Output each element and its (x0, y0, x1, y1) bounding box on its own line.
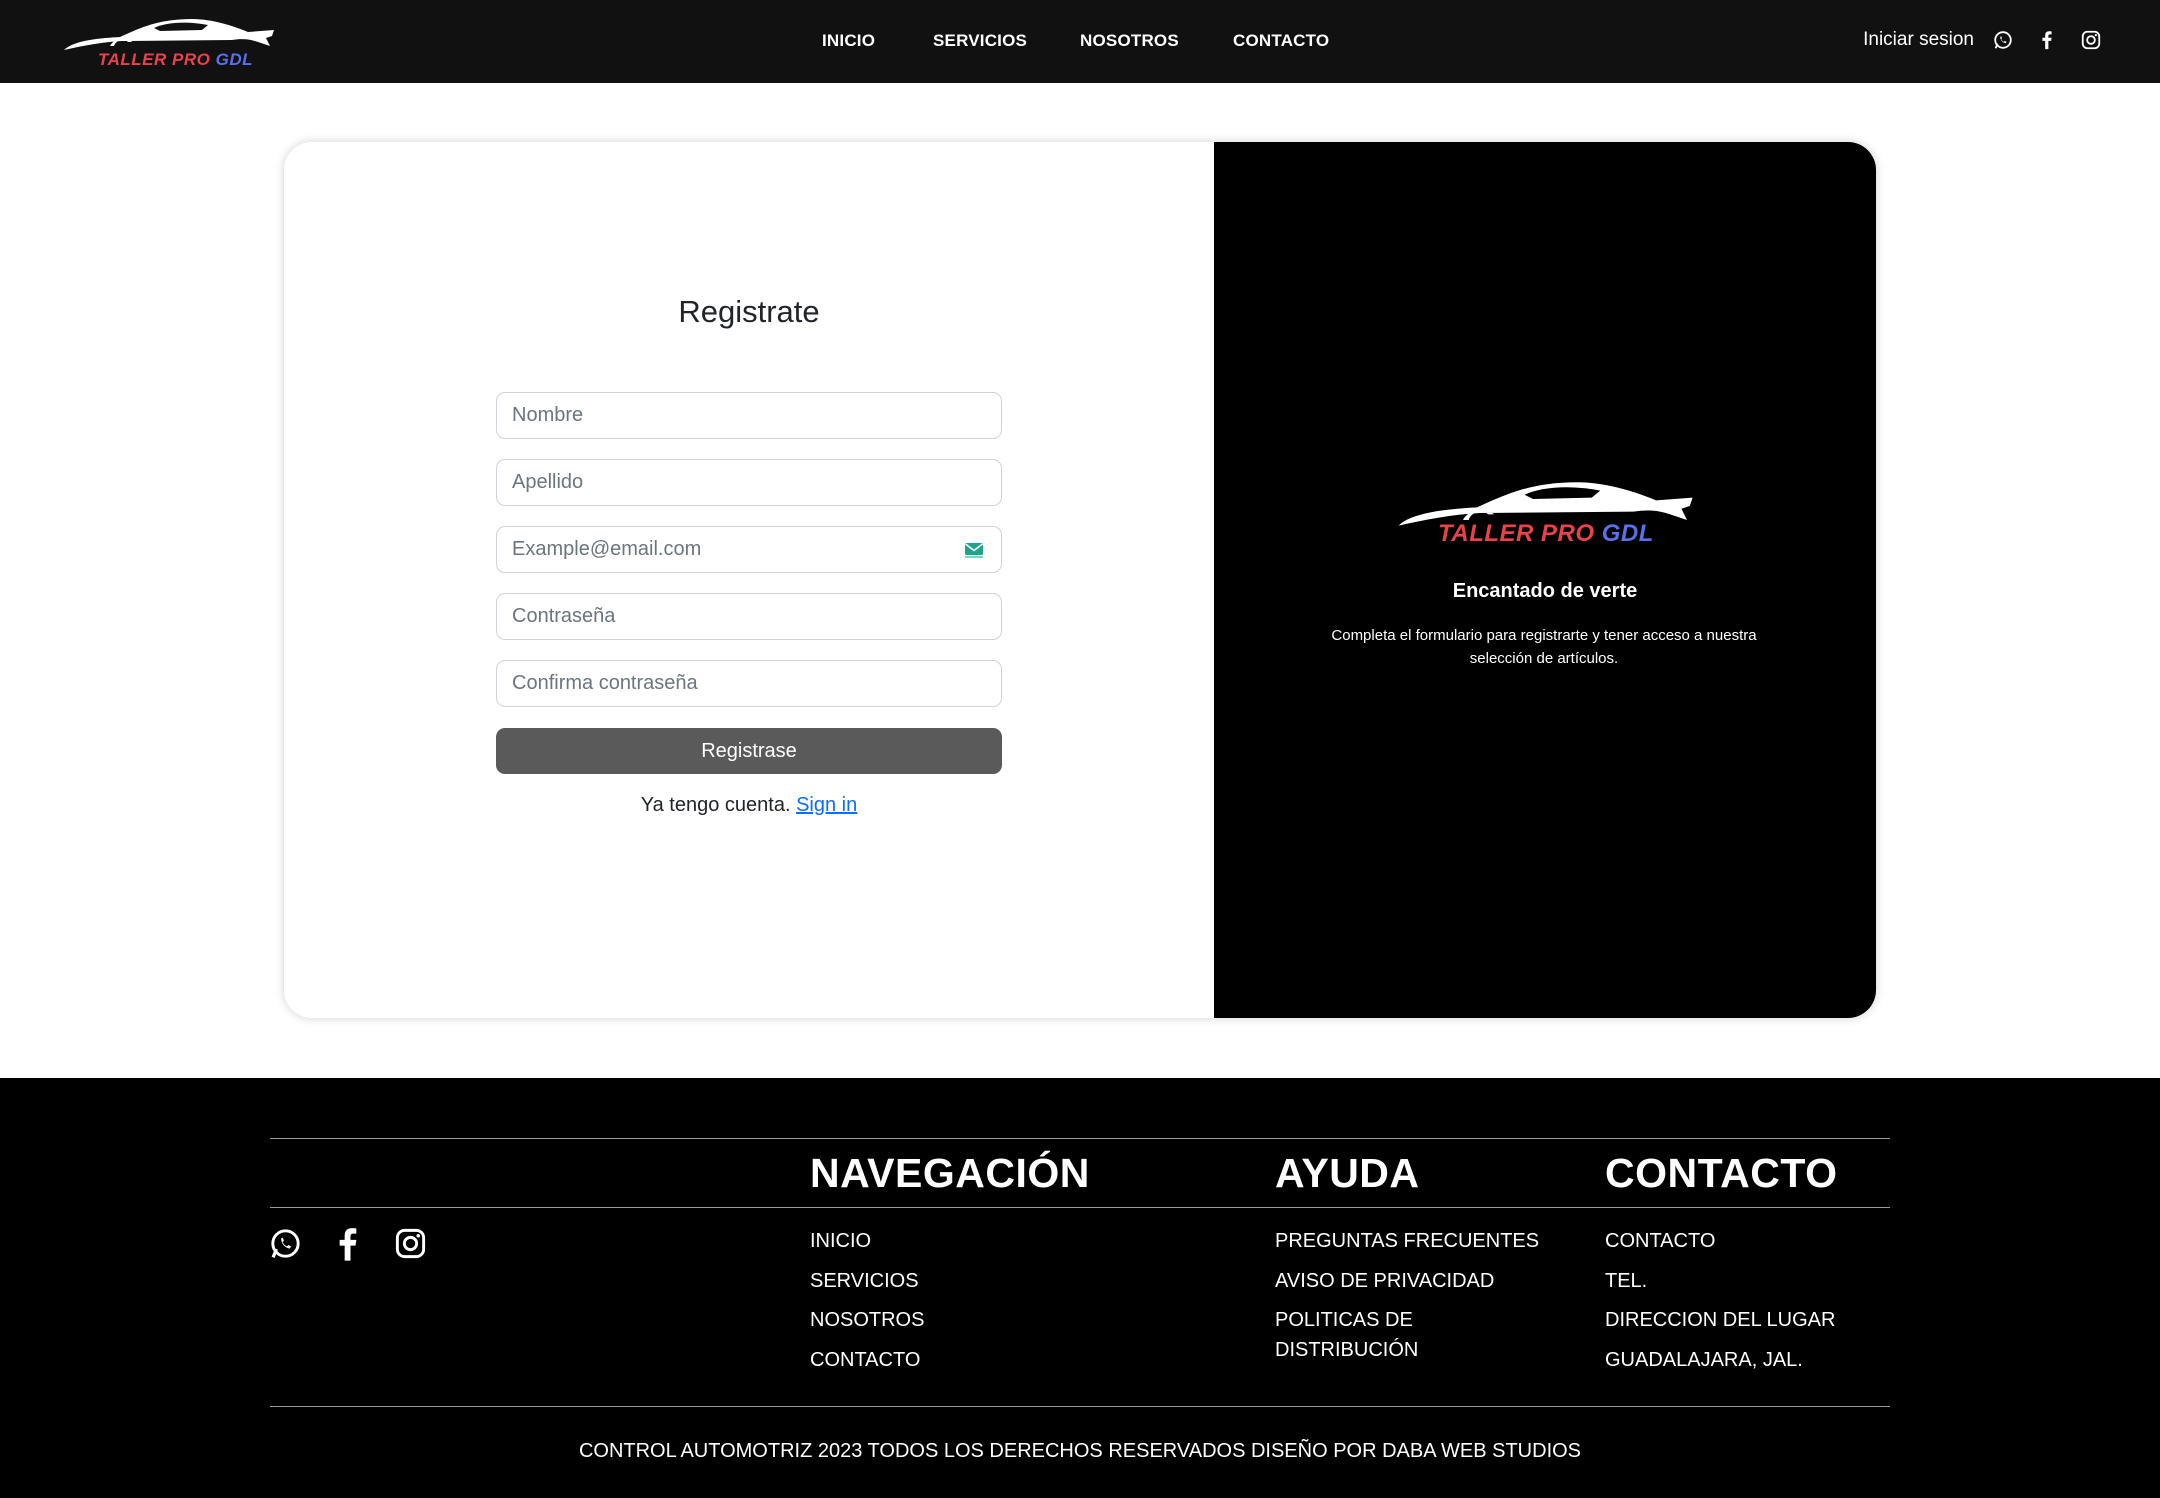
welcome-logo: TALLER PRO GDL (1392, 478, 1702, 558)
footer-divider (270, 1207, 1890, 1208)
footer-nav-heading: NAVEGACIÓN (810, 1150, 1090, 1196)
nav-item-contacto[interactable]: CONTACTO (1233, 31, 1329, 51)
login-link[interactable]: Iniciar sesion (1863, 29, 1974, 51)
copyright-text: CONTROL AUTOMOTRIZ 2023 TODOS LOS DERECH… (578, 1440, 1582, 1462)
signin-prompt-text: Ya tengo cuenta. (640, 794, 791, 816)
welcome-panel: TALLER PRO GDL Encantado de verte Comple… (1214, 142, 1876, 1018)
site-footer: NAVEGACIÓN AYUDA CONTACTO INICIO SERVICI… (0, 1078, 2160, 1498)
main-nav: INICIO SERVICIOS NOSOTROS CONTACTO (0, 0, 2160, 83)
register-form-panel: Registrate Registrase Ya tengo cuenta. S… (284, 142, 1214, 1018)
welcome-heading: Encantado de verte (1452, 580, 1638, 602)
first-name-field (496, 392, 1002, 439)
footer-divider (270, 1138, 1890, 1139)
footer-contact-heading: CONTACTO (1605, 1150, 1838, 1196)
nav-item-nosotros[interactable]: NOSOTROS (1080, 31, 1179, 51)
facebook-icon[interactable] (333, 1226, 363, 1262)
nav-item-inicio[interactable]: INICIO (822, 31, 875, 51)
register-button[interactable]: Registrase (496, 728, 1002, 774)
email-field (496, 526, 1002, 573)
nav-item-servicios[interactable]: SERVICIOS (933, 31, 1027, 51)
password-input[interactable] (497, 594, 1001, 639)
whatsapp-icon[interactable] (1992, 29, 2014, 51)
confirm-password-field (496, 660, 1002, 707)
footer-link-contacto[interactable]: CONTACTO (810, 1345, 920, 1375)
footer-divider (270, 1406, 1890, 1407)
mail-icon (965, 543, 983, 558)
password-field (496, 593, 1002, 640)
footer-phone: TEL. (1605, 1270, 1648, 1292)
footer-city: GUADALAJARA, JAL. (1605, 1349, 1803, 1371)
last-name-field (496, 459, 1002, 506)
footer-address: DIRECCION DEL LUGAR (1605, 1309, 1836, 1331)
facebook-icon[interactable] (2036, 29, 2058, 51)
footer-link-inicio[interactable]: INICIO (810, 1226, 871, 1256)
form-title: Registrate (678, 294, 820, 329)
confirm-password-input[interactable] (497, 661, 1001, 706)
email-input[interactable] (497, 527, 1001, 572)
instagram-icon[interactable] (393, 1226, 428, 1262)
whatsapp-icon[interactable] (268, 1226, 303, 1262)
footer-link-faq[interactable]: PREGUNTAS FRECUENTES (1275, 1226, 1539, 1256)
register-card: Registrate Registrase Ya tengo cuenta. S… (284, 142, 1876, 1018)
footer-link-contact[interactable]: CONTACTO (1605, 1226, 1715, 1256)
welcome-brand-name: TALLER PRO GDL (1438, 520, 1654, 547)
last-name-input[interactable] (497, 460, 1001, 505)
signin-link[interactable]: Sign in (796, 794, 857, 816)
footer-link-privacy[interactable]: AVISO DE PRIVACIDAD (1275, 1266, 1494, 1296)
footer-link-nosotros[interactable]: NOSOTROS (810, 1305, 924, 1335)
top-navbar: TALLER PRO GDL INICIO SERVICIOS NOSOTROS… (0, 0, 2160, 83)
welcome-text: Completa el formulario para registrarte … (1331, 627, 1757, 667)
footer-link-servicios[interactable]: SERVICIOS (810, 1266, 919, 1296)
first-name-input[interactable] (497, 393, 1001, 438)
signin-prompt: Ya tengo cuenta. Sign in (284, 794, 1214, 817)
instagram-icon[interactable] (2080, 29, 2102, 51)
footer-help-heading: AYUDA (1275, 1150, 1420, 1196)
footer-link-distribution[interactable]: POLITICAS DE DISTRIBUCIÓN (1275, 1305, 1475, 1365)
